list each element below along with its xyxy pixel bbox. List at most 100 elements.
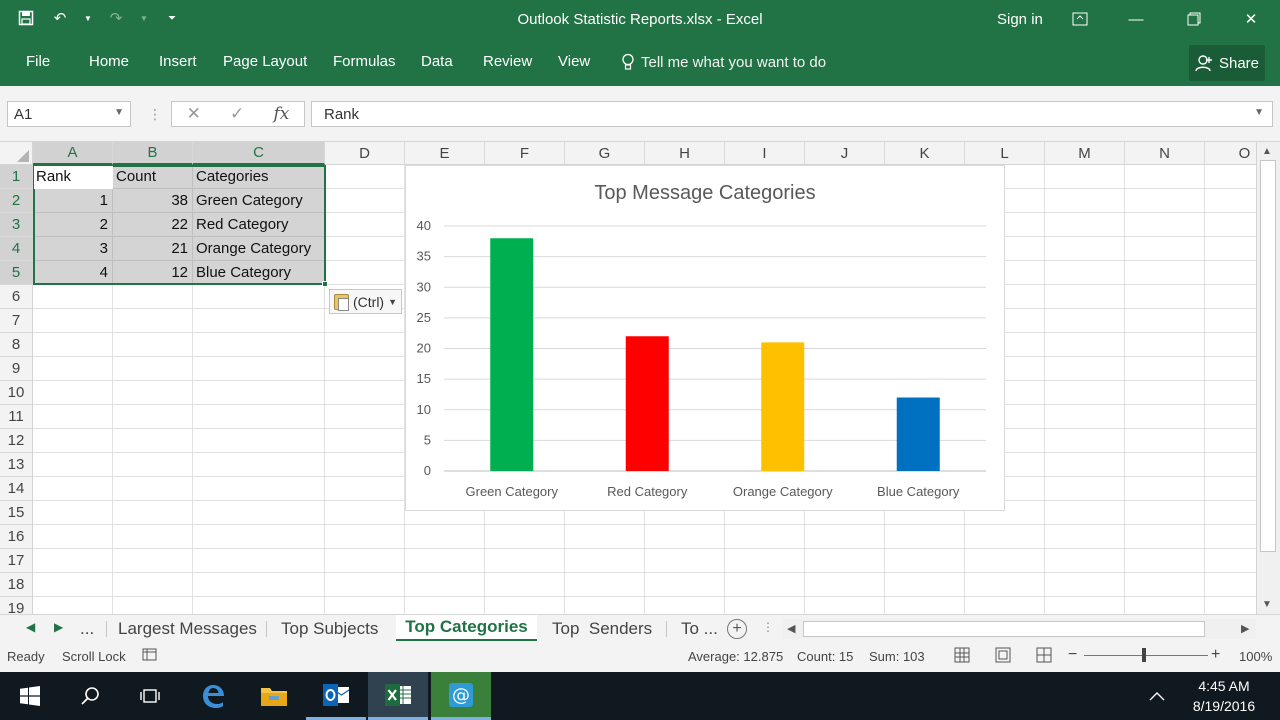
cell-b3[interactable]: 22 bbox=[116, 213, 188, 237]
tell-me-box[interactable]: Tell me what you want to do bbox=[621, 53, 826, 71]
bar-orange-category[interactable] bbox=[761, 342, 805, 471]
task-view-button[interactable] bbox=[120, 672, 180, 720]
vertical-scrollbar[interactable]: ▲ ▼ bbox=[1256, 142, 1280, 614]
horizontal-scroll-thumb[interactable] bbox=[803, 621, 1205, 637]
minimize-icon[interactable]: — bbox=[1119, 6, 1153, 32]
page-layout-view-icon[interactable] bbox=[995, 647, 1011, 666]
column-header[interactable]: B bbox=[113, 142, 193, 165]
zoom-level[interactable]: 100% bbox=[1239, 649, 1272, 664]
cell-a1[interactable]: Rank bbox=[36, 165, 108, 189]
tab-home[interactable]: Home bbox=[89, 53, 129, 70]
cell-c5[interactable]: Blue Category bbox=[196, 261, 320, 285]
tab-split-grip-icon[interactable]: ⋮ bbox=[762, 620, 774, 634]
bar-blue-category[interactable] bbox=[896, 397, 940, 472]
enter-icon[interactable]: ✓ bbox=[230, 104, 244, 124]
scroll-right-icon[interactable]: ▶ bbox=[1241, 622, 1249, 635]
scroll-down-icon[interactable]: ▼ bbox=[1262, 599, 1272, 610]
status-sum[interactable]: Sum: 103 bbox=[869, 649, 925, 664]
cell-b4[interactable]: 21 bbox=[116, 237, 188, 261]
row-header[interactable]: 18 bbox=[0, 573, 33, 597]
column-header[interactable]: D bbox=[325, 142, 405, 165]
macro-record-icon[interactable] bbox=[142, 647, 158, 666]
scroll-sheets-left-icon[interactable]: ◀ bbox=[26, 620, 35, 634]
scroll-up-icon[interactable]: ▲ bbox=[1262, 146, 1272, 157]
cell-a4[interactable]: 3 bbox=[36, 237, 108, 261]
zoom-slider-thumb[interactable] bbox=[1142, 648, 1146, 662]
column-header[interactable]: K bbox=[885, 142, 965, 165]
name-box[interactable]: A1 ▼ bbox=[7, 101, 131, 127]
sheet-tab-largest-messages[interactable]: Largest Messages bbox=[114, 617, 261, 641]
taskbar-file-explorer[interactable] bbox=[244, 672, 304, 720]
share-button[interactable]: Share bbox=[1189, 45, 1265, 81]
column-header[interactable]: H bbox=[645, 142, 725, 165]
taskbar-outlook[interactable] bbox=[306, 672, 366, 720]
chevron-down-icon[interactable]: ▼ bbox=[114, 107, 124, 118]
row-header[interactable]: 13 bbox=[0, 453, 33, 477]
select-all-corner[interactable] bbox=[0, 142, 33, 165]
cell-c3[interactable]: Red Category bbox=[196, 213, 320, 237]
cell-a5[interactable]: 4 bbox=[36, 261, 108, 285]
row-header[interactable]: 9 bbox=[0, 357, 33, 381]
add-sheet-icon[interactable]: + bbox=[727, 619, 747, 639]
row-header[interactable]: 1 bbox=[0, 165, 33, 189]
tab-formulas[interactable]: Formulas bbox=[333, 53, 396, 70]
row-header[interactable]: 6 bbox=[0, 285, 33, 309]
tab-review[interactable]: Review bbox=[483, 53, 532, 70]
row-header[interactable]: 19 bbox=[0, 597, 33, 614]
sign-in-link[interactable]: Sign in bbox=[997, 11, 1043, 28]
column-header[interactable]: C bbox=[193, 142, 325, 165]
scroll-sheets-right-icon[interactable]: ▶ bbox=[54, 620, 63, 634]
column-header[interactable]: G bbox=[565, 142, 645, 165]
row-header[interactable]: 3 bbox=[0, 213, 33, 237]
cell-b1[interactable]: Count bbox=[116, 165, 188, 189]
row-header[interactable]: 4 bbox=[0, 237, 33, 261]
horizontal-scrollbar[interactable]: ◀ ▶ bbox=[783, 619, 1256, 639]
row-header[interactable]: 10 bbox=[0, 381, 33, 405]
start-button[interactable] bbox=[0, 672, 60, 720]
row-header[interactable]: 15 bbox=[0, 501, 33, 525]
column-header[interactable]: I bbox=[725, 142, 805, 165]
sheet-tab-top-subjects[interactable]: Top Subjects bbox=[277, 617, 382, 641]
taskbar-clock[interactable]: 4:45 AM 8/19/2016 bbox=[1180, 676, 1268, 716]
zoom-slider-track[interactable] bbox=[1084, 655, 1208, 656]
ribbon-display-options-icon[interactable] bbox=[1063, 6, 1097, 32]
tab-file[interactable]: File bbox=[26, 53, 50, 70]
row-header[interactable]: 12 bbox=[0, 429, 33, 453]
cell-c4[interactable]: Orange Category bbox=[196, 237, 320, 261]
row-header[interactable]: 17 bbox=[0, 549, 33, 573]
column-header[interactable]: N bbox=[1125, 142, 1205, 165]
row-header[interactable]: 8 bbox=[0, 333, 33, 357]
search-button[interactable] bbox=[60, 672, 120, 720]
sheet-tab-top-senders[interactable]: Top Senders bbox=[548, 617, 656, 641]
tab-page-layout[interactable]: Page Layout bbox=[223, 53, 307, 70]
status-count[interactable]: Count: 15 bbox=[797, 649, 853, 664]
taskbar-mail-app[interactable]: @ bbox=[431, 672, 491, 720]
cell-b5[interactable]: 12 bbox=[116, 261, 188, 285]
row-header[interactable]: 16 bbox=[0, 525, 33, 549]
column-header[interactable]: L bbox=[965, 142, 1045, 165]
bar-green-category[interactable] bbox=[490, 238, 534, 471]
bar-red-category[interactable] bbox=[625, 336, 669, 471]
row-header[interactable]: 7 bbox=[0, 309, 33, 333]
bar-chart[interactable]: Top Message Categories 0 5 10 15 20 25 30 35 40 G… bbox=[405, 165, 1005, 511]
restore-icon[interactable] bbox=[1177, 6, 1211, 32]
sheet-tab-top-categories[interactable]: Top Categories bbox=[396, 615, 537, 642]
row-header[interactable]: 5 bbox=[0, 261, 33, 285]
row-header[interactable]: 11 bbox=[0, 405, 33, 429]
sheet-tab-more[interactable]: To ... bbox=[677, 617, 722, 641]
row-header[interactable]: 14 bbox=[0, 477, 33, 501]
column-header[interactable]: J bbox=[805, 142, 885, 165]
taskbar-excel[interactable] bbox=[368, 672, 428, 720]
fill-handle[interactable] bbox=[322, 281, 328, 287]
tab-insert[interactable]: Insert bbox=[159, 53, 197, 70]
cell-a3[interactable]: 2 bbox=[36, 213, 108, 237]
normal-view-icon[interactable] bbox=[954, 647, 970, 666]
column-header[interactable]: O bbox=[1205, 142, 1256, 165]
column-header[interactable]: F bbox=[485, 142, 565, 165]
tab-data[interactable]: Data bbox=[421, 53, 453, 70]
formula-input[interactable]: Rank ▼ bbox=[311, 101, 1273, 127]
more-sheets-button[interactable]: ... bbox=[76, 617, 98, 641]
row-header[interactable]: 2 bbox=[0, 189, 33, 213]
status-average[interactable]: Average: 12.875 bbox=[688, 649, 783, 664]
column-header[interactable]: E bbox=[405, 142, 485, 165]
